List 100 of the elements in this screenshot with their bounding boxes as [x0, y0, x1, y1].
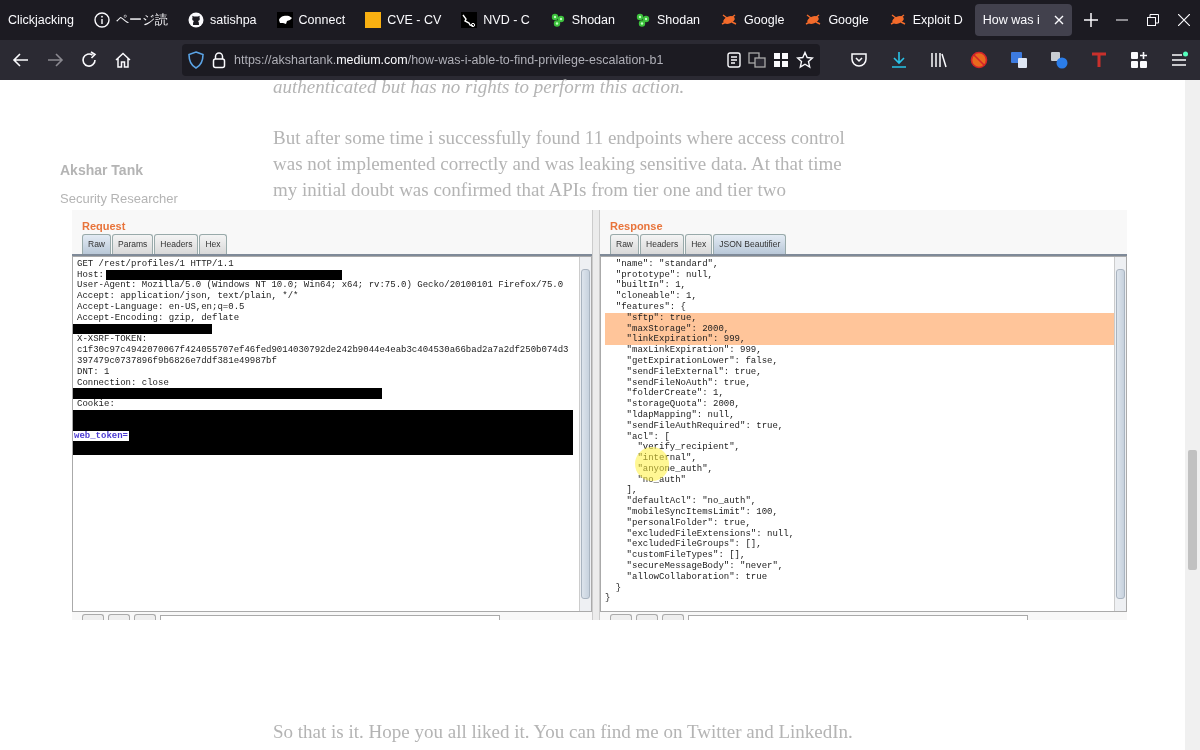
translate-icon — [748, 52, 766, 68]
code-line: X-XSRF-TOKEN: — [77, 334, 149, 345]
code-line: Connection: close — [77, 377, 170, 389]
code-line: "sendFileNoAuth": true, — [625, 377, 752, 388]
panel-tab[interactable]: Hex — [199, 234, 227, 254]
browser-tab[interactable]: Exploit D — [880, 4, 971, 36]
close-icon — [1053, 15, 1064, 25]
code-line: c1f30c97c4942070067f424055707ef46fed9014030792de242b9044e4eab3c404530a66bad2a7a2df250b074d3 — [77, 345, 570, 356]
toolbar-button[interactable] — [636, 614, 658, 620]
code-line: "no_auth" — [636, 474, 687, 486]
browser-tab[interactable]: Shodan — [541, 4, 623, 36]
code-line: User-Agent: Mozilla/5.0 (Windows NT 10.0; Win64; x64; rv:75.0) Gecko/20100101 Firefox/75.0 — [77, 280, 565, 291]
prohibited-icon — [970, 51, 988, 69]
code-line: "prototype": null, — [614, 269, 715, 280]
translate-icon — [1010, 51, 1028, 69]
browser-tab[interactable]: How was i — [974, 4, 1072, 36]
browser-tab[interactable]: CVE - CV — [357, 4, 450, 36]
menu-icon — [1170, 51, 1188, 69]
grid-icon — [773, 52, 789, 68]
code-line: "builtIn": 1, — [614, 280, 687, 291]
browser-tab[interactable]: ページ読 — [86, 4, 176, 36]
code-line: } — [605, 593, 612, 605]
restore-icon — [1147, 14, 1160, 26]
info-icon — [94, 12, 110, 28]
reader-view-icon — [727, 52, 741, 68]
toolbar-button[interactable] — [662, 614, 684, 620]
browser-tab[interactable]: Google — [712, 4, 793, 36]
search-field[interactable] — [160, 615, 500, 620]
code-line: "allowCollaboration": true — [625, 571, 769, 583]
code-line: "personalFolder": true, — [625, 517, 752, 529]
code-line: "sendFileExternal": true, — [625, 366, 763, 378]
code-line: "excludedFileExtensions": null, — [625, 528, 796, 539]
code-line: 397479c0737896f9b6826e7ddf381e49987bf — [77, 355, 278, 367]
browser-tab[interactable]: NVD - C — [453, 4, 538, 36]
code-line: Accept-Encoding: gzip, deflate — [77, 312, 241, 324]
dots-icon — [549, 12, 566, 28]
pocket-icon — [850, 51, 868, 69]
url-text: https://akshartank.medium.com/how-was-i-able-to-find-privilege-escalation-b1 — [234, 51, 665, 69]
toolbar-button[interactable] — [82, 614, 104, 620]
code-line: "defaultAcl": "no_auth", — [625, 496, 758, 507]
code-line: ], — [625, 485, 639, 496]
browser-tab[interactable]: satishpa — [180, 4, 265, 36]
toolbar-button[interactable] — [108, 614, 130, 620]
panel-title: Response — [609, 219, 664, 234]
code-line: "mobileSyncItemsLimit": 100, — [625, 507, 779, 518]
toolbar-button[interactable] — [134, 614, 156, 620]
code-line: "sendFileAuthRequired": true, — [625, 420, 785, 432]
address-bar[interactable]: https://akshartank.medium.com/how-was-i-able-to-find-privilege-escalation-b1 — [182, 44, 820, 76]
browser-tab[interactable]: Clickjacking — [0, 4, 82, 36]
panel-title: Request — [81, 219, 127, 234]
paragraph: But after some time i successfully found 11 endpoints where access control was not implemented correctly and was leaking sensitive data. At that time my initial doubt was confirmed that APIs from tier one and tier two — [273, 126, 846, 202]
scrollbar[interactable] — [579, 256, 591, 611]
code-line: "customFileTypes": [], — [625, 550, 747, 561]
home-icon — [114, 51, 132, 69]
code-line: "getExpirationLower": false, — [625, 355, 779, 367]
panel-tab[interactable]: Raw — [610, 234, 639, 254]
bug-icon — [888, 12, 907, 28]
toolbar-button[interactable] — [610, 614, 632, 620]
code-line: "acl": [ — [625, 431, 671, 442]
panel-tab[interactable]: JSON Beautifier — [713, 234, 787, 254]
paragraph: So that is it. Hope you all liked it. You can find me on Twitter and LinkedIn. — [273, 720, 853, 744]
panel-tab[interactable]: Params — [112, 234, 154, 254]
letter-t-icon — [1090, 51, 1108, 69]
browser-tab[interactable]: Shodan — [626, 4, 709, 36]
panel-tab[interactable]: Raw — [82, 234, 111, 254]
forward-icon — [46, 51, 64, 69]
code-line: Host: — [77, 269, 104, 281]
code-line: "features": { — [614, 301, 687, 313]
square-icon — [365, 12, 382, 28]
plus-icon — [1084, 13, 1099, 27]
author-name: Akshar Tank — [60, 161, 144, 180]
cat-silhouette-icon — [188, 12, 204, 28]
puzzle-grid-icon — [1130, 51, 1148, 69]
back-icon — [12, 51, 30, 69]
cookie-name: web_token= — [73, 430, 129, 442]
panel-tab[interactable]: Headers — [640, 234, 685, 254]
panel-tab[interactable]: Headers — [154, 234, 199, 254]
code-line: DNT: 1 — [77, 366, 111, 378]
code-line: "cloneable": 1, — [614, 291, 698, 302]
author-role: Security Researcher — [60, 190, 179, 208]
code-line: "verify_recipient", — [636, 442, 742, 453]
search-field[interactable] — [688, 615, 1028, 620]
shield-icon — [188, 51, 204, 69]
code-line: "excludedFileGroups": [], — [625, 539, 763, 550]
panel-tab[interactable]: Hex — [685, 234, 713, 254]
scrollbar[interactable] — [1114, 256, 1126, 611]
animal-icon — [276, 12, 293, 28]
lock-icon — [211, 51, 227, 69]
code-line: "secureMessageBody": "never", — [625, 561, 785, 572]
code-line: "anyone_auth", — [636, 463, 715, 475]
code-line: "name": "standard", — [614, 258, 720, 270]
code-line: Cookie: — [77, 399, 116, 410]
star-icon — [796, 51, 814, 69]
code-line: "folderCreate": 1, — [625, 388, 725, 399]
browser-tab[interactable]: Connect — [268, 4, 354, 36]
scrollbar[interactable] — [1185, 80, 1200, 750]
quote-text: authenticated but has no rights to perform this action. — [273, 75, 686, 99]
code-line: GET /rest/profiles/1 HTTP/1.1 — [77, 258, 235, 270]
library-icon — [930, 51, 948, 69]
browser-tab[interactable]: Google — [796, 4, 877, 36]
